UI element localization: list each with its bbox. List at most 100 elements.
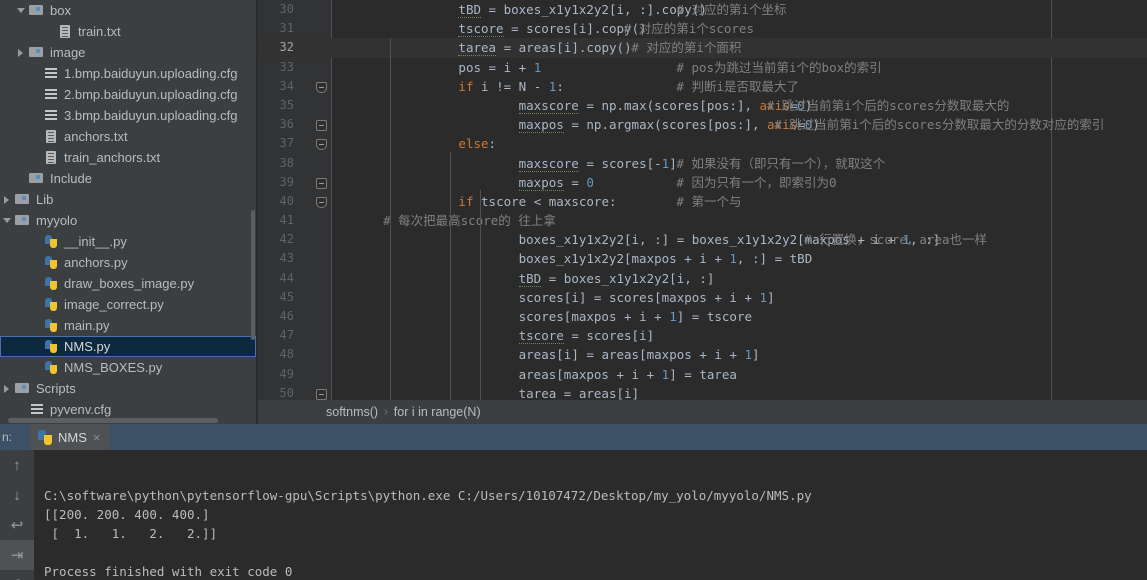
code-text: maxscore = np.max(scores[pos:], axis=0): [518, 97, 813, 114]
breadcrumb-item-0[interactable]: softnms(): [326, 405, 378, 419]
tree-item-label: train.txt: [78, 24, 121, 39]
code-line-39[interactable]: 39 maxpos = 0 # 因为只有一个，即索引为0: [258, 173, 1147, 192]
code-line-40[interactable]: 40 if tscore < maxscore: # 第一个与: [258, 192, 1147, 211]
pycharm-window: box train.txt image 1.bmp.baiduyun.uploadin…: [0, 0, 1147, 580]
tree-item-image[interactable]: image: [0, 42, 256, 63]
code-comment: # 判断i是否取最大了: [676, 78, 799, 94]
up-arrow-icon[interactable]: ↑: [0, 450, 34, 480]
print-icon[interactable]: ⎙: [0, 570, 34, 580]
code-line-36[interactable]: 36 maxpos = np.argmax(scores[pos:], axis…: [258, 115, 1147, 134]
indent-guide: [390, 38, 391, 400]
code-line-47[interactable]: 47 tscore = scores[i]: [258, 326, 1147, 345]
tree-item-image-correct-py[interactable]: image_correct.py: [0, 294, 256, 315]
tree-item-scripts[interactable]: Scripts: [0, 378, 256, 399]
console-output[interactable]: C:\software\python\pytensorflow-gpu\Scri…: [34, 450, 1147, 580]
tree-item-label: anchors.txt: [64, 129, 128, 144]
fold-toggle-icon[interactable]: [316, 388, 327, 400]
code-line-41[interactable]: 41 # 每次把最高score的 往上拿: [258, 211, 1147, 230]
down-arrow-icon[interactable]: ↓: [0, 480, 34, 510]
chevron-down-icon[interactable]: [0, 210, 14, 231]
soft-wrap-icon[interactable]: ↩: [0, 510, 34, 540]
code-line-45[interactable]: 45 scores[i] = scores[maxpos + i + 1]: [258, 288, 1147, 307]
chevron-right-icon[interactable]: [0, 378, 14, 399]
txt-icon: [56, 21, 74, 42]
tree-item-train-anchors-txt[interactable]: train_anchors.txt: [0, 147, 256, 168]
cfg-icon: [42, 84, 60, 105]
code-text: tBD = boxes_x1y1x2y2[i, :]: [518, 270, 715, 287]
code-text: areas[maxpos + i + 1] = tarea: [518, 366, 737, 382]
project-tree-vertical-scrollbar[interactable]: [251, 210, 255, 340]
code-line-50[interactable]: 50 tarea = areas[i]: [258, 384, 1147, 400]
line-number: 49: [279, 366, 294, 381]
chevron-right-icon[interactable]: [0, 189, 14, 210]
code-line-42[interactable]: 42 boxes_x1y1x2y2[i, :] = boxes_x1y1x2y2…: [258, 230, 1147, 249]
tree-item-anchors-txt[interactable]: anchors.txt: [0, 126, 256, 147]
close-icon[interactable]: ×: [93, 430, 101, 445]
chevron-down-icon[interactable]: [14, 0, 28, 21]
console-line-0: C:\software\python\pytensorflow-gpu\Scri…: [44, 488, 812, 503]
tree-item-nms-boxes-py[interactable]: NMS_BOXES.py: [0, 357, 256, 378]
tree-item-draw-boxes-image-py[interactable]: draw_boxes_image.py: [0, 273, 256, 294]
line-number: 35: [279, 97, 294, 112]
cfg-icon: [28, 399, 46, 420]
code-line-48[interactable]: 48 areas[i] = areas[maxpos + i + 1]: [258, 345, 1147, 364]
code-editor[interactable]: 30 tBD = boxes_x1y1x2y2[i, :].copy() # 对应…: [258, 0, 1147, 400]
fold-toggle-icon[interactable]: [316, 81, 327, 93]
project-tree-horizontal-scrollbar[interactable]: [8, 418, 218, 423]
tree-item-box[interactable]: box: [0, 0, 256, 21]
chevron-right-icon[interactable]: [14, 42, 28, 63]
code-line-49[interactable]: 49 areas[maxpos + i + 1] = tarea: [258, 365, 1147, 384]
tree-item--init-py[interactable]: __init__.py: [0, 231, 256, 252]
line-number: 33: [279, 59, 294, 74]
code-comment: # 行置换，score，area也一样: [804, 232, 988, 248]
tree-item-3-bmp-baiduyun-uploading-cfg[interactable]: 3.bmp.baiduyun.uploading.cfg: [0, 105, 256, 126]
tree-item-nms-py[interactable]: NMS.py: [0, 336, 256, 357]
project-tree-pane[interactable]: box train.txt image 1.bmp.baiduyun.uploadin…: [0, 0, 256, 424]
code-line-46[interactable]: 46 scores[maxpos + i + 1] = tscore: [258, 307, 1147, 326]
tree-item-main-py[interactable]: main.py: [0, 315, 256, 336]
tree-item-label: Scripts: [36, 381, 76, 396]
fold-toggle-icon[interactable]: [316, 139, 327, 151]
code-line-35[interactable]: 35 maxscore = np.max(scores[pos:], axis=…: [258, 96, 1147, 115]
tree-item-label: anchors.py: [64, 255, 128, 270]
run-tab-nms[interactable]: NMS ×: [30, 424, 111, 450]
line-number: 42: [279, 232, 294, 247]
console-line-1: [[200. 200. 400. 400.]: [44, 507, 210, 522]
tree-item-myyolo[interactable]: myyolo: [0, 210, 256, 231]
tree-item-1-bmp-baiduyun-uploading-cfg[interactable]: 1.bmp.baiduyun.uploading.cfg: [0, 63, 256, 84]
tree-item-anchors-py[interactable]: anchors.py: [0, 252, 256, 273]
tree-item-2-bmp-baiduyun-uploading-cfg[interactable]: 2.bmp.baiduyun.uploading.cfg: [0, 84, 256, 105]
txt-icon: [42, 126, 60, 147]
tree-item-train-txt[interactable]: train.txt: [0, 21, 256, 42]
code-line-34[interactable]: 34 if i != N - 1: # 判断i是否取最大了: [258, 77, 1147, 96]
breadcrumb[interactable]: softnms() › for i in range(N): [258, 400, 1147, 424]
tree-item-label: Lib: [36, 192, 54, 207]
code-line-30[interactable]: 30 tBD = boxes_x1y1x2y2[i, :].copy() # 对应…: [258, 0, 1147, 19]
code-line-37[interactable]: 37 else:: [258, 134, 1147, 153]
breadcrumb-item-1[interactable]: for i in range(N): [394, 405, 481, 419]
code-line-33[interactable]: 33 pos = i + 1 # pos为跳过当前第i个的box的索引: [258, 58, 1147, 77]
code-line-32[interactable]: 32 tarea = areas[i].copy() # 对应的第i个面积: [258, 38, 1147, 58]
tree-item-label: train_anchors.txt: [64, 150, 161, 165]
tree-item-include[interactable]: Include: [0, 168, 256, 189]
python-icon: [42, 315, 60, 336]
fold-toggle-icon[interactable]: [316, 120, 327, 132]
fold-toggle-icon[interactable]: [316, 177, 327, 189]
tree-item-pyvenv-cfg[interactable]: pyvenv.cfg: [0, 399, 256, 420]
code-line-31[interactable]: 31 tscore = scores[i].copy() # 对应的第i个scor…: [258, 19, 1147, 38]
tree-item-label: 2.bmp.baiduyun.uploading.cfg: [64, 87, 238, 102]
code-line-43[interactable]: 43 boxes_x1y1x2y2[maxpos + i + 1, :] = t…: [258, 249, 1147, 268]
code-text: maxscore = scores[-1]: [518, 155, 677, 172]
code-line-44[interactable]: 44 tBD = boxes_x1y1x2y2[i, :]: [258, 269, 1147, 288]
folder-icon: [28, 0, 46, 21]
code-line-38[interactable]: 38 maxscore = scores[-1] # 如果没有（即只有一个），就取…: [258, 154, 1147, 173]
tree-item-lib[interactable]: Lib: [0, 189, 256, 210]
python-icon: [42, 231, 60, 252]
code-text: if i != N - 1:: [458, 78, 564, 94]
scroll-to-end-icon[interactable]: ⇥: [0, 540, 34, 570]
fold-toggle-icon[interactable]: [316, 196, 327, 208]
